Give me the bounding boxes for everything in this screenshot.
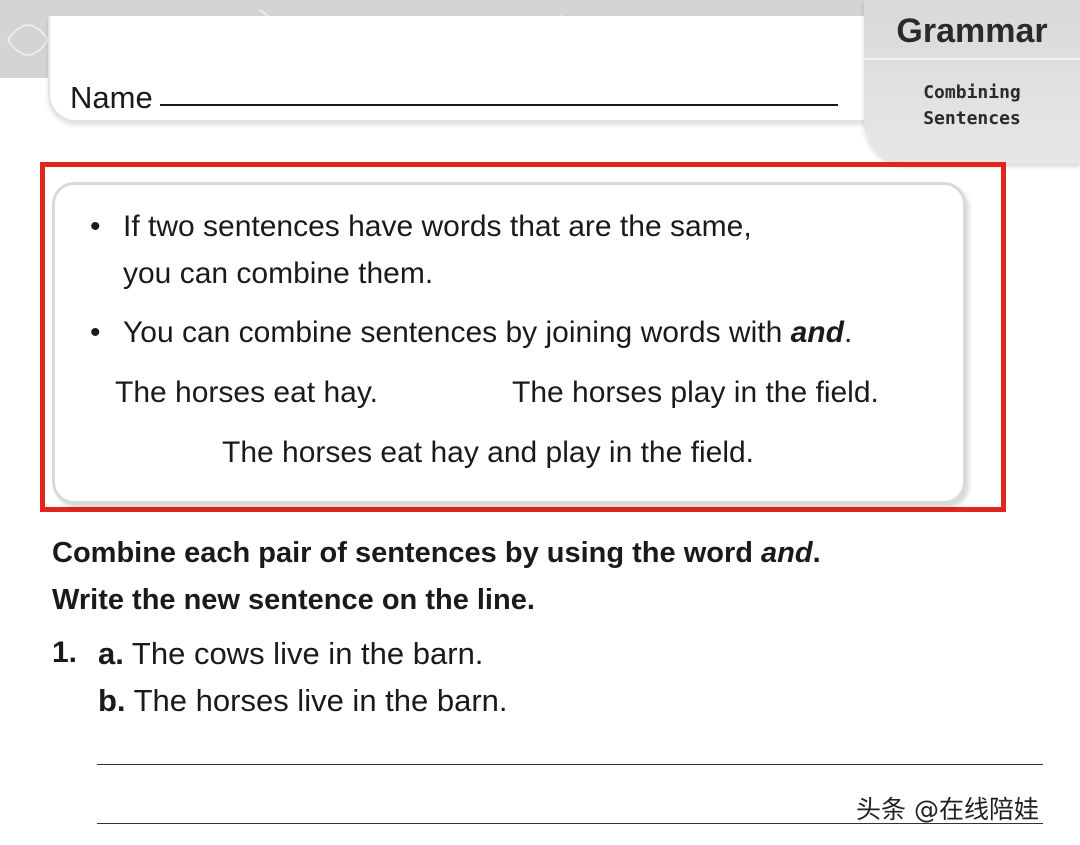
example-left: The horses eat hay. (115, 376, 378, 409)
instruction-line1-prefix: Combine each pair of sentences by using … (52, 537, 762, 569)
name-input-line[interactable] (160, 104, 838, 106)
question-a-text: The cows live in the barn. (123, 636, 484, 671)
question-b: b. The horses live in the barn. (98, 683, 508, 719)
grammar-tab: Grammar Combining Sentences (864, 0, 1080, 164)
instruction-line1-suffix: . (812, 537, 821, 569)
instruction-line1: Combine each pair of sentences by using … (52, 537, 821, 570)
name-card (48, 16, 892, 122)
rule-bullet2: You can combine sentences by joining wor… (123, 316, 852, 350)
question-number: 1. (52, 636, 78, 669)
rule-bullet1-line1: If two sentences have words that are the… (123, 210, 752, 243)
bullet-dot: • (90, 316, 101, 349)
bullet-dot: • (90, 210, 101, 243)
question-b-label: b. (98, 683, 126, 718)
question-a: a. The cows live in the barn. (98, 636, 483, 672)
grammar-subtitle-line1: Combining (923, 82, 1021, 103)
example-right: The horses play in the field. (512, 376, 879, 409)
grammar-subtitle-line2: Sentences (923, 108, 1021, 129)
rule-bullet1-line2: you can combine them. (123, 257, 434, 290)
example-combined: The horses eat hay and play in the field… (222, 436, 755, 469)
question-b-text: The horses live in the barn. (125, 683, 508, 718)
rule-bullet2-keyword: and (790, 316, 844, 349)
grammar-title: Grammar (896, 12, 1048, 50)
grammar-subtitle: Combining Sentences (864, 80, 1080, 132)
name-label: Name (70, 80, 153, 115)
rule-bullet2-prefix: You can combine sentences by joining wor… (123, 316, 791, 349)
answer-line[interactable] (97, 764, 1043, 765)
watermark: 头条 @在线陪娃 (856, 795, 1039, 824)
question-a-label: a. (98, 636, 124, 671)
instruction-keyword: and (761, 537, 813, 569)
tab-divider (864, 58, 1080, 60)
rule-bullet2-suffix: . (843, 316, 853, 349)
instruction-line2: Write the new sentence on the line. (52, 584, 535, 616)
